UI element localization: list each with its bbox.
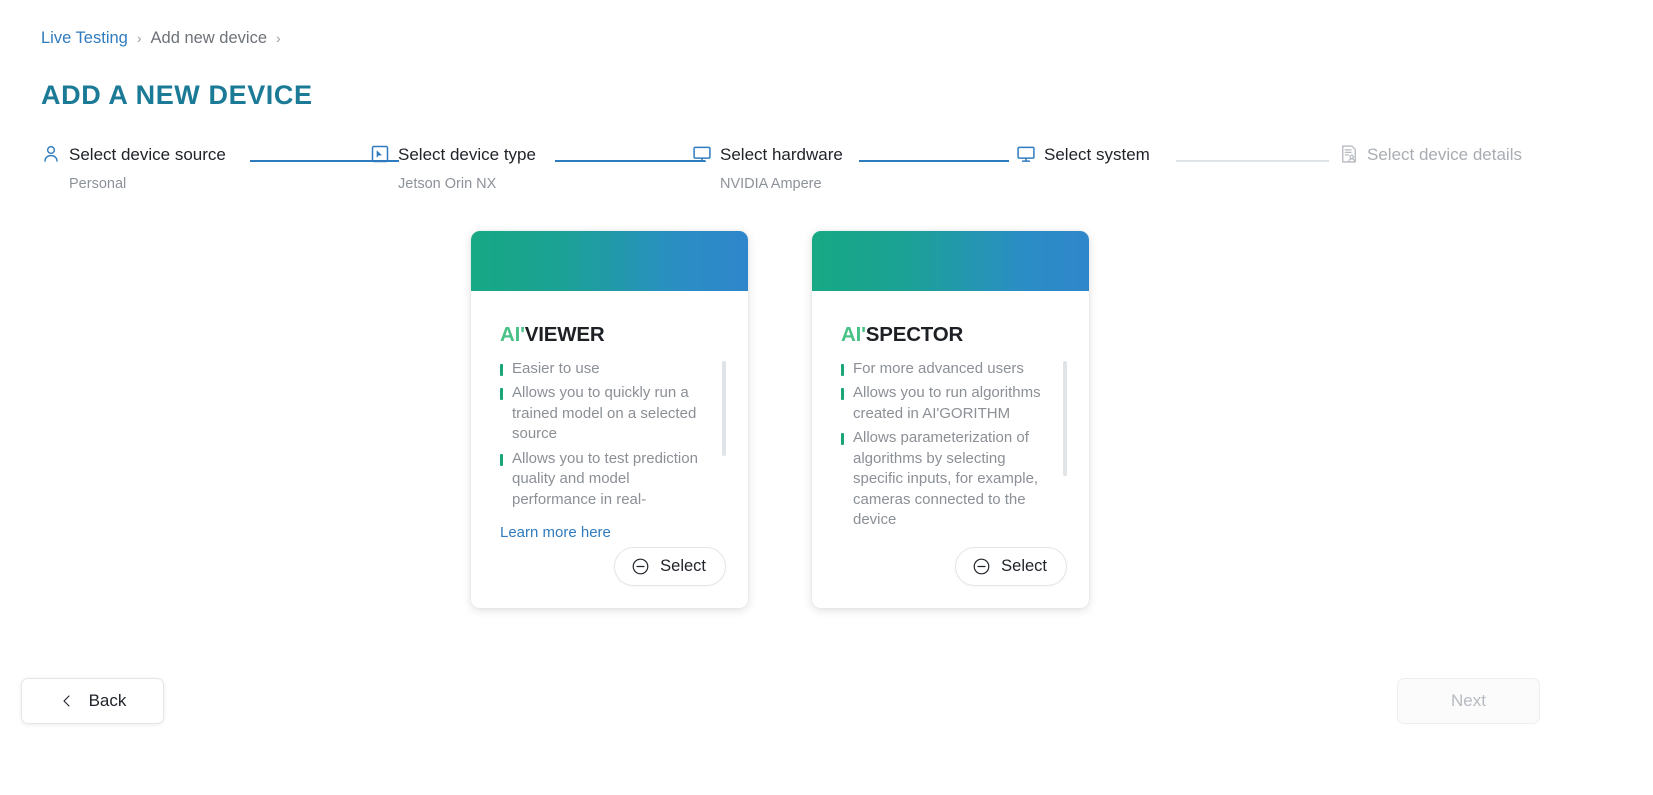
aiviewer-learn-more-link[interactable]: Learn more here: [500, 525, 611, 540]
aispector-logo: AI'SPECTOR: [841, 323, 1067, 346]
select-button-label: Select: [1001, 557, 1047, 575]
stepper-step-label: Select device type: [398, 144, 536, 164]
bullet-icon: [500, 363, 503, 376]
bullet-icon: [500, 453, 503, 466]
logo-prefix: AI': [500, 323, 525, 346]
list-item: Allows parameterization of algorithms by…: [841, 428, 1053, 531]
feature-text: Allows parameterization of algorithms by…: [853, 429, 1039, 528]
system-card-aispector[interactable]: AI'SPECTOR For more advanced users Allow…: [812, 231, 1089, 608]
aispector-card-actions: Select: [955, 547, 1067, 586]
card-banner: [812, 231, 1089, 291]
circle-minus-icon: [973, 558, 990, 575]
next-button-label: Next: [1451, 691, 1486, 710]
system-card-aiviewer[interactable]: AI'VIEWER Easier to use Allows you to qu…: [471, 231, 748, 608]
scrollbar-thumb[interactable]: [722, 360, 726, 456]
aiviewer-select-button[interactable]: Select: [614, 547, 726, 586]
aiviewer-card-actions: Select: [614, 547, 726, 586]
aispector-select-button[interactable]: Select: [955, 547, 1067, 586]
stepper-step-value: Personal: [69, 176, 127, 192]
feature-text: For more advanced users: [853, 359, 1024, 377]
breadcrumb-link-live-testing[interactable]: Live Testing: [41, 30, 128, 47]
feature-text: Allows you to quickly run a trained mode…: [512, 384, 697, 442]
stepper: Select device source Personal Select dev…: [41, 143, 1537, 203]
back-button-label: Back: [88, 691, 127, 710]
logo-prefix: AI': [841, 323, 866, 346]
system-card-list: AI'VIEWER Easier to use Allows you to qu…: [0, 0, 1653, 795]
logo-name: SPECTOR: [865, 323, 964, 346]
back-button[interactable]: Back: [21, 678, 164, 724]
aispector-feature-list[interactable]: For more advanced users Allows you to ru…: [841, 359, 1067, 535]
feature-text: Allows you to test prediction quality an…: [512, 449, 698, 508]
next-button[interactable]: Next: [1397, 678, 1540, 724]
cursor-box-icon: [371, 145, 389, 163]
list-item: Allows you to run algorithms created in …: [841, 383, 1053, 424]
stepper-step-label: Select device details: [1367, 144, 1522, 164]
select-button-label: Select: [660, 557, 706, 575]
bullet-icon: [841, 433, 844, 445]
stepper-step-select-device-source[interactable]: Select device source Personal: [41, 143, 226, 192]
scrollbar-thumb[interactable]: [1063, 360, 1067, 476]
stepper-step-label: Select system: [1044, 144, 1150, 164]
logo-name: VIEWER: [524, 323, 605, 346]
list-item: Allows you to test prediction quality an…: [500, 449, 712, 511]
bullet-icon: [841, 363, 844, 376]
breadcrumb: Live Testing › Add new device ›: [41, 30, 281, 47]
breadcrumb-separator-icon: ›: [136, 30, 142, 47]
monitor-icon: [1017, 146, 1035, 162]
aiviewer-feature-list[interactable]: Easier to use Allows you to quickly run …: [500, 359, 726, 515]
stepper-step-label: Select device source: [69, 144, 226, 164]
stepper-step-label: Select hardware: [720, 144, 843, 164]
page-title: ADD A NEW DEVICE: [41, 80, 313, 110]
bullet-icon: [841, 388, 844, 400]
list-item: For more advanced users: [841, 359, 1053, 380]
breadcrumb-current-add-new-device[interactable]: Add new device: [151, 30, 268, 47]
card-banner: [471, 231, 748, 291]
stepper-step-value: Jetson Orin NX: [398, 176, 497, 192]
add-device-page: Live Testing › Add new device › ADD A NE…: [0, 0, 1653, 795]
stepper-step-select-device-type[interactable]: Select device type Jetson Orin NX: [370, 143, 536, 192]
person-icon: [44, 145, 58, 162]
stepper-connector-2: [555, 160, 705, 162]
stepper-step-select-system[interactable]: Select system: [1016, 143, 1150, 177]
stepper-step-select-device-details[interactable]: Select device details: [1339, 143, 1522, 177]
device-details-icon: [1342, 145, 1356, 163]
stepper-step-select-hardware[interactable]: Select hardware NVIDIA Ampere: [692, 143, 843, 192]
list-item: Easier to use: [500, 359, 712, 380]
feature-text: Easier to use: [512, 359, 600, 377]
list-item: Allows you to quickly run a trained mode…: [500, 383, 712, 445]
stepper-connector-3: [859, 160, 1009, 162]
stepper-connector-4: [1176, 160, 1329, 162]
monitor-icon: [693, 146, 711, 162]
stepper-step-value: NVIDIA Ampere: [720, 176, 822, 192]
circle-minus-icon: [632, 558, 649, 575]
bullet-icon: [500, 388, 503, 400]
aiviewer-logo: AI'VIEWER: [500, 323, 726, 346]
feature-text: Allows you to run algorithms created in …: [853, 384, 1041, 422]
breadcrumb-separator-icon-2: ›: [276, 30, 281, 47]
chevron-left-icon: [63, 695, 70, 707]
